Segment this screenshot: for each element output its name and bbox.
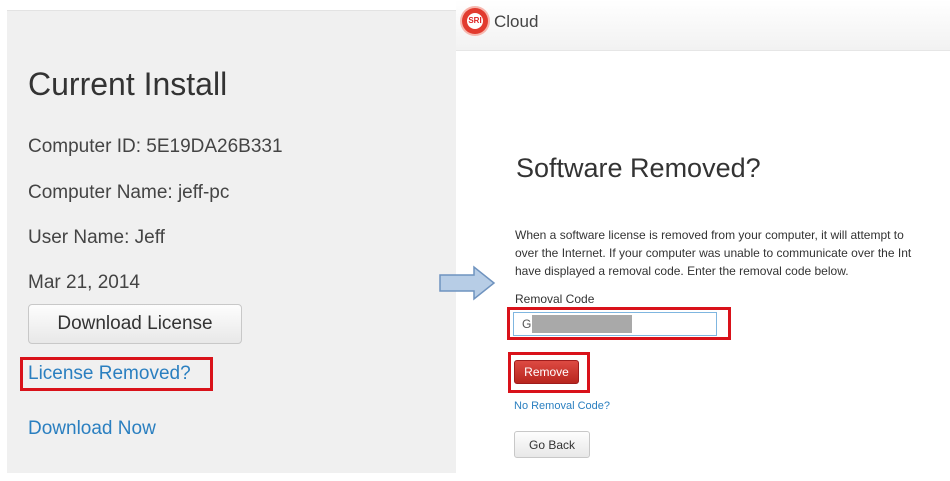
download-license-button[interactable]: Download License xyxy=(28,304,242,344)
redacted-code xyxy=(532,315,632,333)
cloud-header: SRI Cloud xyxy=(456,0,950,51)
description-line: have displayed a removal code. Enter the… xyxy=(515,264,849,278)
go-back-button[interactable]: Go Back xyxy=(514,431,590,458)
install-date-text: Mar 21, 2014 xyxy=(28,272,140,293)
computer-name-text: Computer Name: jeff-pc xyxy=(28,182,230,203)
right-arrow-icon xyxy=(439,265,496,301)
current-install-title: Current Install xyxy=(28,66,228,102)
license-removed-link[interactable]: License Removed? xyxy=(20,357,213,391)
no-removal-code-link[interactable]: No Removal Code? xyxy=(514,400,610,412)
sri-logo-icon: SRI xyxy=(462,8,488,34)
description-line: over the Internet. If your computer was … xyxy=(515,246,912,260)
download-now-link[interactable]: Download Now xyxy=(28,418,156,440)
remove-button[interactable]: Remove xyxy=(514,360,579,384)
software-removed-title: Software Removed? xyxy=(516,153,761,183)
removal-code-label: Removal Code xyxy=(515,292,595,306)
user-name-text: User Name: Jeff xyxy=(28,227,165,248)
computer-id-text: Computer ID: 5E19DA26B331 xyxy=(28,136,283,157)
description-line: When a software license is removed from … xyxy=(515,228,904,242)
brand-name[interactable]: Cloud xyxy=(494,12,538,32)
